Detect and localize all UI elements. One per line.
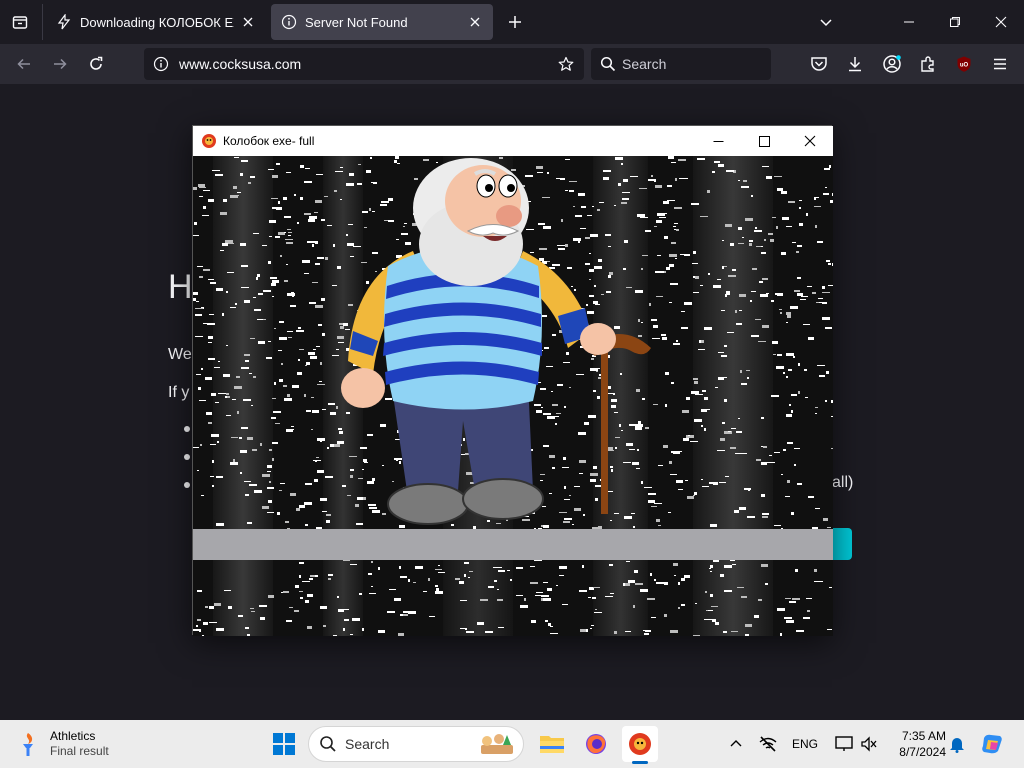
forward-arrow-icon[interactable] — [48, 52, 72, 76]
close-tab-icon[interactable] — [240, 14, 256, 30]
game-window[interactable]: Колобок exe- full — [192, 125, 833, 636]
extensions-icon[interactable] — [916, 52, 940, 76]
widget-title: Athletics — [50, 729, 96, 743]
svg-text:uO: uO — [960, 63, 969, 69]
navigation-bar: www.cocksusa.com Search uO — [0, 44, 1024, 84]
active-app-indicator — [632, 761, 648, 764]
network-off-icon[interactable] — [756, 732, 780, 756]
new-tab-button[interactable] — [503, 10, 527, 34]
file-explorer-icon[interactable] — [534, 726, 570, 762]
search-placeholder: Search — [622, 56, 667, 72]
close-window-button[interactable] — [986, 8, 1016, 36]
taskbar: Athletics Final result Search ENG 7:35 A… — [0, 720, 1024, 768]
kolobok-taskbar-icon[interactable] — [622, 726, 658, 762]
close-tab-icon[interactable] — [467, 14, 483, 30]
taskbar-search-placeholder: Search — [345, 736, 390, 752]
tab-title: Downloading КОЛОБОК EXE fu — [80, 14, 234, 30]
clock-time: 7:35 AM — [901, 729, 946, 743]
list-bullet — [184, 454, 190, 460]
list-bullet — [184, 482, 190, 488]
display-icon[interactable] — [832, 732, 856, 756]
chevron-down-icon[interactable] — [814, 10, 838, 34]
search-bar[interactable]: Search — [591, 48, 771, 80]
tab-downloading[interactable]: Downloading КОЛОБОК EXE fu — [46, 4, 266, 40]
ublock-origin-icon[interactable]: uO — [952, 52, 976, 76]
taskbar-search[interactable]: Search — [308, 726, 524, 762]
address-bar[interactable]: www.cocksusa.com — [144, 48, 584, 80]
info-icon — [281, 14, 297, 30]
reload-icon[interactable] — [84, 52, 108, 76]
bolt-icon — [56, 14, 72, 30]
clock-date: 8/7/2024 — [899, 745, 946, 759]
weather-widget[interactable]: Athletics Final result — [14, 726, 109, 762]
system-clock[interactable]: 7:35 AM 8/7/2024 — [886, 728, 946, 760]
game-close-button[interactable] — [787, 126, 833, 156]
minimize-button[interactable] — [894, 8, 924, 36]
page-heading: H — [168, 268, 193, 306]
copilot-icon[interactable] — [978, 732, 1006, 756]
pocket-icon[interactable] — [807, 52, 831, 76]
page-paragraph: If y — [168, 384, 190, 401]
hamburger-menu-icon[interactable] — [988, 52, 1012, 76]
page-paragraph: We — [168, 346, 192, 363]
tab-list-icon[interactable] — [8, 10, 32, 34]
tab-server-not-found[interactable]: Server Not Found — [271, 4, 493, 40]
firefox-icon[interactable] — [578, 726, 614, 762]
notification-bell-icon[interactable] — [946, 732, 968, 756]
site-info-icon[interactable] — [153, 56, 169, 72]
game-canvas[interactable] — [193, 156, 833, 636]
volume-muted-icon[interactable] — [858, 732, 880, 756]
url-text[interactable]: www.cocksusa.com — [179, 56, 301, 72]
back-arrow-icon[interactable] — [12, 52, 36, 76]
game-minimize-button[interactable] — [695, 126, 741, 156]
language-indicator[interactable]: ENG — [792, 737, 818, 751]
search-icon — [600, 56, 616, 72]
game-window-title: Колобок exe- full — [223, 134, 315, 148]
bookmark-star-icon[interactable] — [558, 56, 574, 72]
tab-separator — [42, 4, 43, 40]
windows-start-icon[interactable] — [266, 726, 302, 762]
search-highlight-icon — [481, 734, 513, 754]
tab-strip: Downloading КОЛОБОК EXE fu Server Not Fo… — [0, 0, 1024, 44]
account-icon[interactable] — [880, 52, 904, 76]
restore-button[interactable] — [940, 8, 970, 36]
grandpa-character — [341, 158, 651, 525]
chevron-up-icon[interactable] — [726, 732, 746, 756]
torch-icon — [23, 733, 33, 756]
widget-subtitle: Final result — [50, 744, 109, 758]
downloads-icon[interactable] — [843, 52, 867, 76]
list-bullet — [184, 426, 190, 432]
search-icon — [320, 736, 336, 752]
game-maximize-button[interactable] — [741, 126, 787, 156]
tab-title: Server Not Found — [305, 14, 408, 30]
game-loading-bar — [193, 529, 833, 560]
kolobok-app-icon — [202, 134, 216, 148]
game-title-bar[interactable]: Колобок exe- full — [193, 126, 833, 156]
